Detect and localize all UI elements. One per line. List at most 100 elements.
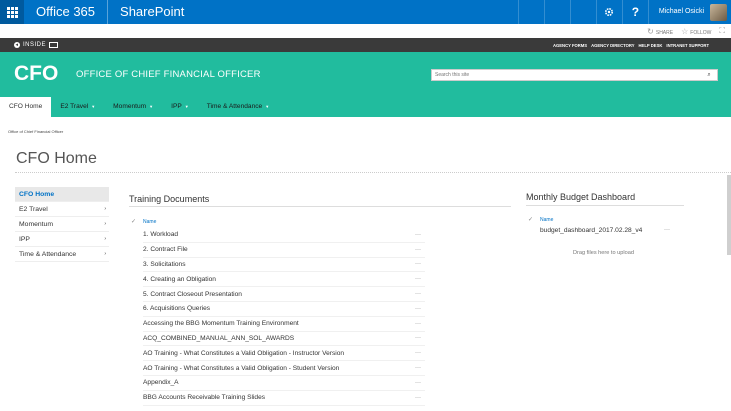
document-name[interactable]: ACQ_COMBINED_MANUAL_ANN_SOL_AWARDS: [143, 335, 294, 342]
more-options-icon[interactable]: ···: [415, 261, 425, 267]
list-item[interactable]: AO Training - What Constitutes a Valid O…: [143, 361, 425, 376]
more-options-icon[interactable]: ···: [415, 365, 425, 371]
budget-file-row[interactable]: budget_dashboard_2017.02.28_v4 ···: [540, 227, 670, 234]
more-options-icon[interactable]: ···: [415, 335, 425, 341]
topnav-item[interactable]: IPP ▼: [162, 97, 198, 117]
list-item[interactable]: 5. Contract Closeout Presentation ···: [143, 287, 425, 302]
topnav-label: Momentum: [113, 103, 147, 110]
list-item[interactable]: 6. Acquisitions Queries ···: [143, 302, 425, 317]
list-item[interactable]: Appendix_A ···: [143, 376, 425, 391]
star-icon: ☆: [681, 26, 689, 36]
inside-link[interactable]: HELP DESK: [639, 43, 663, 48]
share-button[interactable]: ↻ SHARE: [647, 27, 673, 36]
topnav-label: E2 Travel: [60, 103, 89, 110]
leftnav-item[interactable]: IPP ›: [15, 232, 109, 247]
document-name[interactable]: Appendix_A: [143, 379, 179, 386]
document-name[interactable]: Accessing the BBG Momentum Training Envi…: [143, 320, 299, 327]
budget-divider: [526, 205, 684, 206]
more-options-icon[interactable]: ···: [415, 306, 425, 312]
training-documents-title[interactable]: Training Documents: [129, 194, 209, 204]
leftnav-label: Time & Attendance: [19, 251, 77, 258]
app-launcher-icon[interactable]: [0, 0, 24, 24]
inside-links: AGENCY FORMS AGENCY DIRECTORY HELP DESK INT…: [553, 43, 731, 48]
document-name[interactable]: BBG Accounts Receivable Training Slides: [143, 394, 265, 401]
chevron-down-icon: ▼: [91, 104, 96, 109]
inside-logo[interactable]: ◂ INSIDE: [14, 42, 59, 48]
document-name[interactable]: 6. Acquisitions Queries: [143, 305, 210, 312]
leftnav-item[interactable]: Momentum ›: [15, 217, 109, 232]
chevron-down-icon: ▼: [265, 104, 270, 109]
more-options-icon[interactable]: ···: [415, 232, 425, 238]
list-item[interactable]: 4. Creating an Obligation ···: [143, 272, 425, 288]
document-name[interactable]: 2. Contract File: [143, 246, 188, 253]
site-title[interactable]: OFFICE OF CHIEF FINANCIAL OFFICER: [76, 69, 261, 80]
list-item[interactable]: 1. Workload ···: [143, 228, 425, 243]
inside-link[interactable]: AGENCY FORMS: [553, 43, 587, 48]
scrollbar[interactable]: [727, 175, 731, 255]
suite-bar: Office 365 SharePoint ? Michael Osicki: [0, 0, 731, 24]
suite-spacer-2: [543, 0, 570, 24]
search-input[interactable]: [432, 70, 702, 80]
more-options-icon[interactable]: ···: [415, 247, 425, 253]
page-title: CFO Home: [16, 150, 97, 167]
site-logo[interactable]: CFO: [14, 62, 58, 86]
list-item[interactable]: BBG Accounts Receivable Training Slides ·…: [143, 391, 425, 406]
office365-link[interactable]: Office 365: [24, 0, 107, 24]
more-options-icon[interactable]: ···: [415, 395, 425, 401]
topnav-item[interactable]: CFO Home: [0, 97, 52, 117]
more-options-icon[interactable]: ···: [415, 350, 425, 356]
inside-logo-text: INSIDE: [23, 42, 47, 48]
topnav-label: IPP: [171, 103, 182, 110]
chevron-right-icon: ›: [104, 236, 106, 242]
training-divider: [129, 206, 511, 207]
user-name[interactable]: Michael Osicki: [647, 0, 710, 24]
document-name[interactable]: 5. Contract Closeout Presentation: [143, 291, 242, 298]
leftnav-item[interactable]: E2 Travel ›: [15, 202, 109, 217]
topnav-item[interactable]: Time & Attendance ▼: [198, 97, 278, 117]
list-item[interactable]: 2. Contract File ···: [143, 243, 425, 258]
sharepoint-link[interactable]: SharePoint: [108, 0, 196, 24]
budget-column-header: ✓ Name: [528, 216, 553, 224]
settings-gear-icon[interactable]: [595, 0, 622, 24]
leftnav-label: CFO Home: [19, 191, 55, 198]
document-name[interactable]: AO Training - What Constitutes a Valid O…: [143, 350, 344, 357]
follow-button[interactable]: ☆ FOLLOW: [681, 27, 711, 36]
budget-dashboard-title[interactable]: Monthly Budget Dashboard: [526, 192, 635, 202]
budget-file-name[interactable]: budget_dashboard_2017.02.28_v4: [540, 227, 642, 234]
focus-content-icon[interactable]: ⛶: [719, 26, 725, 36]
chevron-down-icon: ▼: [149, 104, 154, 109]
document-name[interactable]: 4. Creating an Obligation: [143, 276, 216, 283]
list-item[interactable]: ACQ_COMBINED_MANUAL_ANN_SOL_AWARDS ···: [143, 332, 425, 347]
more-options-icon[interactable]: ···: [415, 380, 425, 386]
document-name[interactable]: AO Training - What Constitutes a Valid O…: [143, 365, 339, 372]
chevron-right-icon: ›: [104, 251, 106, 257]
select-all-checkmark-icon[interactable]: ✓: [528, 216, 533, 223]
topnav-label: CFO Home: [9, 103, 43, 110]
leftnav-label: Momentum: [19, 221, 53, 228]
document-name[interactable]: 3. Solicitations: [143, 261, 186, 268]
inside-link[interactable]: AGENCY DIRECTORY: [591, 43, 634, 48]
list-item[interactable]: Accessing the BBG Momentum Training Envi…: [143, 317, 425, 332]
name-column-header[interactable]: Name: [540, 217, 553, 223]
bbg-logo-icon: [49, 42, 59, 48]
search-icon[interactable]: ⌕: [702, 72, 716, 79]
topnav-item[interactable]: E2 Travel ▼: [51, 97, 104, 117]
inside-link[interactable]: INTRANET SUPPORT: [666, 43, 709, 48]
list-item[interactable]: AO Training - What Constitutes a Valid O…: [143, 346, 425, 362]
leftnav-item[interactable]: Time & Attendance ›: [15, 247, 109, 262]
topnav-item[interactable]: Momentum ▼: [104, 97, 162, 117]
breadcrumb[interactable]: Office of Chief Financial Officer: [8, 129, 63, 134]
page-actions: ↻ SHARE ☆ FOLLOW ⛶: [0, 24, 731, 38]
help-button[interactable]: ?: [621, 0, 648, 24]
document-name[interactable]: 1. Workload: [143, 231, 178, 238]
more-options-icon[interactable]: ···: [415, 291, 425, 297]
leftnav-item[interactable]: CFO Home: [15, 187, 109, 202]
more-options-icon[interactable]: ···: [415, 321, 425, 327]
more-options-icon[interactable]: ···: [664, 227, 670, 234]
follow-label: FOLLOW: [690, 29, 712, 36]
avatar[interactable]: [710, 3, 727, 21]
more-options-icon[interactable]: ···: [415, 276, 425, 282]
select-all-checkmark-icon[interactable]: ✓: [131, 218, 136, 225]
list-item[interactable]: 3. Solicitations ···: [143, 258, 425, 273]
name-column-header[interactable]: Name: [143, 219, 156, 225]
